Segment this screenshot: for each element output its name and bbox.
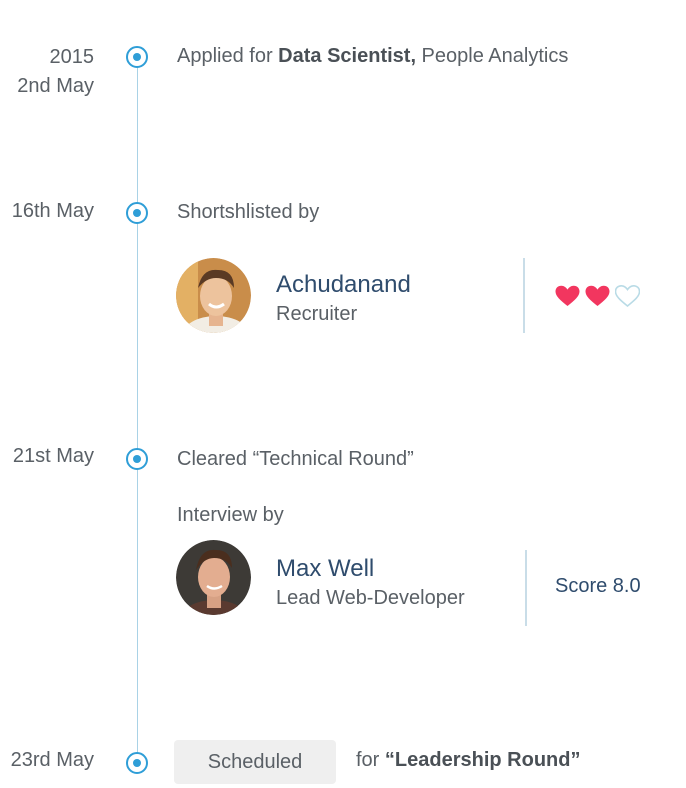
event-subtext: Interview by [177, 504, 284, 526]
event-date-year: 2015 [49, 46, 95, 68]
person-role: Lead Web-Developer [276, 587, 465, 609]
job-title: Data Scientist, [278, 45, 416, 67]
event-date: 23rd May [10, 749, 94, 771]
heart-filled-icon[interactable] [585, 285, 610, 307]
department: People Analytics [416, 45, 569, 67]
divider [525, 550, 527, 626]
avatar[interactable] [176, 258, 251, 333]
event-text: Applied for Data Scientist, People Analy… [177, 42, 568, 70]
round-name: “Leadership Round” [384, 749, 581, 771]
event-text: Shortshlisted by [177, 201, 320, 223]
timeline-dot-icon [126, 752, 148, 774]
event-date: 21st May [12, 445, 94, 467]
event-text-prefix: Applied for [177, 45, 279, 67]
timeline-dot-icon [126, 448, 148, 470]
timeline-dot-icon [126, 202, 148, 224]
status-badge: Scheduled [174, 740, 336, 784]
event-text-prefix: for [356, 749, 385, 771]
heart-empty-icon[interactable] [615, 285, 640, 307]
interview-score: Score 8.0 [555, 575, 641, 597]
timeline-dot-icon [126, 46, 148, 68]
event-date: 2nd May [17, 75, 94, 97]
timeline-line [137, 57, 138, 763]
heart-filled-icon[interactable] [555, 285, 580, 307]
event-date: 16th May [11, 200, 94, 222]
person-name[interactable]: Max Well [276, 554, 374, 584]
person-name[interactable]: Achudanand [276, 270, 411, 300]
avatar[interactable] [176, 540, 251, 615]
rating [555, 285, 640, 307]
event-text: Cleared “Technical Round” [177, 448, 414, 470]
person-role: Recruiter [276, 303, 358, 325]
divider [523, 258, 525, 333]
event-text: for “Leadership Round” [356, 746, 580, 774]
